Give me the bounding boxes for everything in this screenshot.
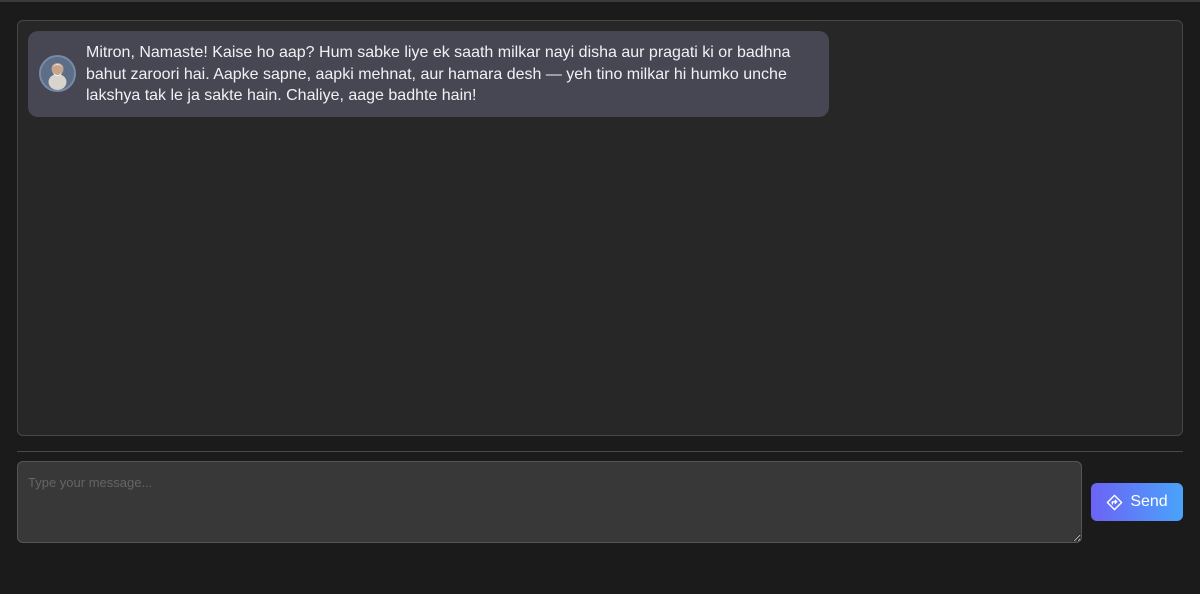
window-top-edge bbox=[0, 0, 1200, 2]
navigation-diamond-icon bbox=[1107, 494, 1123, 510]
message-input[interactable] bbox=[17, 461, 1082, 543]
send-button[interactable]: Send bbox=[1091, 483, 1183, 521]
divider bbox=[17, 451, 1183, 452]
send-button-label: Send bbox=[1130, 493, 1168, 510]
assistant-message-bubble: Mitron, Namaste! Kaise ho aap? Hum sabke… bbox=[28, 31, 829, 117]
chat-messages-panel[interactable]: Mitron, Namaste! Kaise ho aap? Hum sabke… bbox=[17, 20, 1183, 436]
person-avatar-icon bbox=[39, 55, 76, 92]
message-text: Mitron, Namaste! Kaise ho aap? Hum sabke… bbox=[86, 44, 791, 104]
